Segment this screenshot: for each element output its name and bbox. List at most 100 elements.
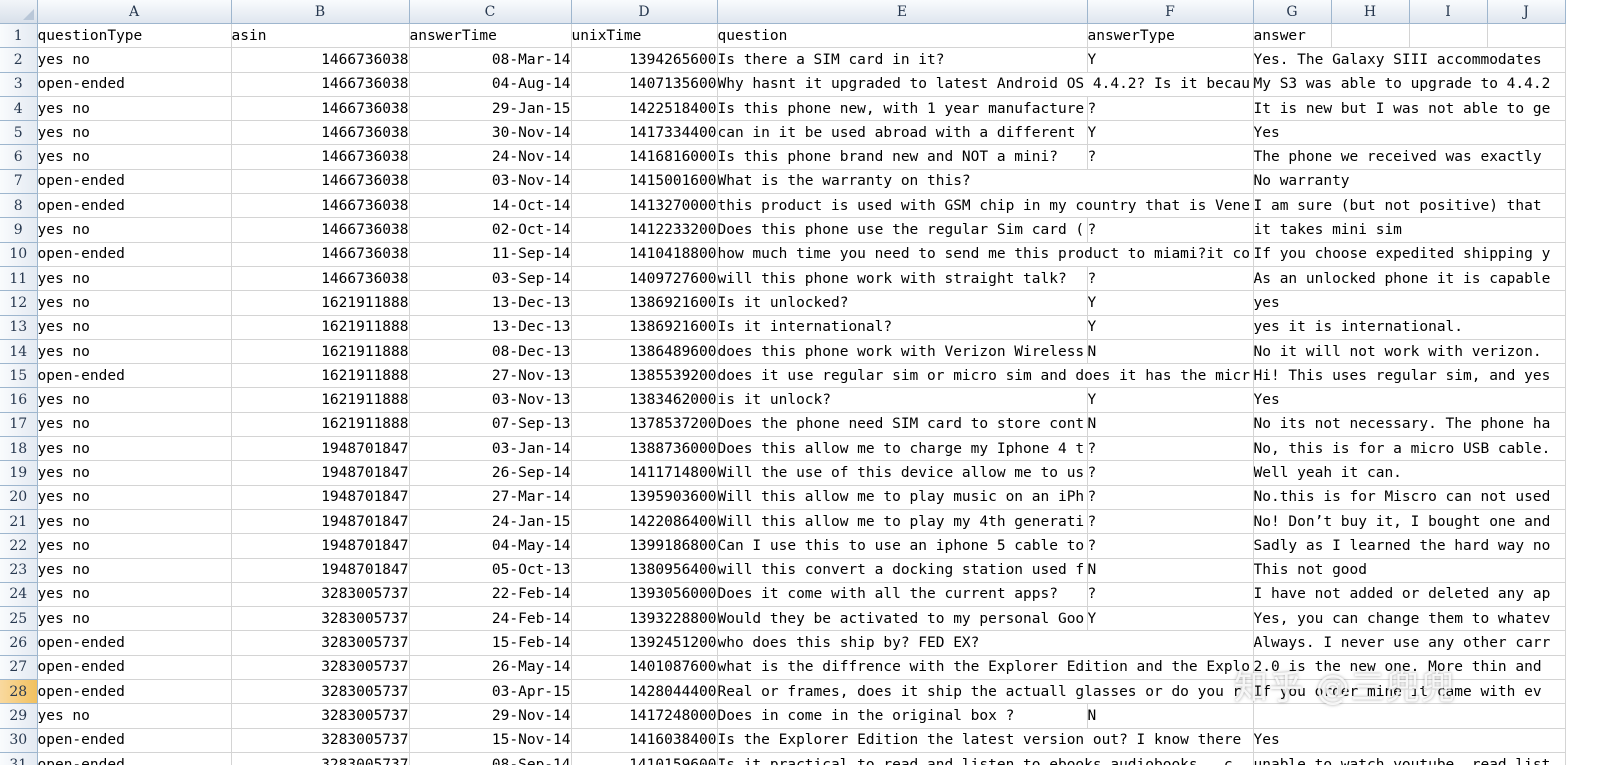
cell-answer[interactable]: it takes mini sim [1253, 217, 1566, 243]
cell-answer-time[interactable]: 13-Dec-13 [409, 290, 572, 316]
cell-question[interactable]: how much time you need to send me this p… [717, 242, 1254, 267]
cell-answer[interactable]: The phone we received was exactly [1253, 144, 1566, 170]
row-header[interactable]: 11 [0, 266, 38, 292]
cell-question-type[interactable]: yes no [37, 266, 232, 292]
cell-question[interactable]: can in it be used abroad with a differen… [717, 120, 1088, 146]
cell-answer[interactable]: No warranty [1253, 169, 1566, 195]
cell-question-type[interactable]: open-ended [37, 728, 232, 753]
cell-question[interactable]: will this phone work with straight talk? [717, 266, 1088, 292]
cell-unix-time[interactable]: 1416038400 [571, 728, 718, 753]
cell-asin[interactable]: 1466736038 [231, 193, 410, 219]
cell-answer-type[interactable]: ? [1087, 582, 1254, 608]
cell-unix-time[interactable]: 1411714800 [571, 460, 718, 486]
cell-asin[interactable]: 1948701847 [231, 436, 410, 462]
cell-question[interactable]: Does this phone use the regular Sim card… [717, 217, 1088, 243]
row-header[interactable]: 9 [0, 217, 38, 243]
cell-answer-type[interactable]: Y [1087, 606, 1254, 632]
row-header[interactable]: 26 [0, 630, 38, 656]
cell-answer[interactable]: Sadly as I learned the hard way no [1253, 533, 1566, 559]
column-header-h[interactable]: H [1331, 0, 1410, 24]
cell-asin[interactable]: 3283005737 [231, 606, 410, 632]
cell-answer-type[interactable]: Y [1087, 120, 1254, 146]
cell-answer-time[interactable]: 08-Dec-13 [409, 339, 572, 365]
cell-question-type[interactable]: yes no [37, 509, 232, 535]
cell-question-type[interactable]: open-ended [37, 72, 232, 97]
cell-asin[interactable]: 3283005737 [231, 728, 410, 753]
cell-unix-time[interactable]: 1401087600 [571, 655, 718, 681]
cell-question[interactable]: Will this allow me to play my 4th genera… [717, 509, 1088, 535]
cell-asin[interactable]: 1466736038 [231, 96, 410, 122]
row-header[interactable]: 6 [0, 144, 38, 170]
cell-asin[interactable]: 1466736038 [231, 72, 410, 97]
header-cell[interactable] [1331, 23, 1410, 49]
row-header[interactable]: 7 [0, 169, 38, 195]
cell-unix-time[interactable]: 1393228800 [571, 606, 718, 632]
cell-answer[interactable]: 2.0 is the new one. More thin and [1253, 655, 1566, 681]
column-header-a[interactable]: A [37, 0, 232, 24]
cell-question-type[interactable]: open-ended [37, 655, 232, 681]
cell-question[interactable]: Is it practical to read and listen to eb… [717, 752, 1254, 765]
cell-asin[interactable]: 1948701847 [231, 485, 410, 510]
cell-question-type[interactable]: open-ended [37, 193, 232, 219]
column-header-c[interactable]: C [409, 0, 572, 24]
cell-question-type[interactable]: yes no [37, 144, 232, 170]
cell-answer-time[interactable]: 03-Sep-14 [409, 266, 572, 292]
cell-answer-type[interactable]: Y [1087, 290, 1254, 316]
cell-unix-time[interactable]: 1380956400 [571, 558, 718, 583]
cell-answer[interactable]: If you order mine it came with ev [1253, 679, 1566, 705]
cell-answer[interactable]: No! Don’t buy it, I bought one and [1253, 509, 1566, 535]
row-header[interactable]: 12 [0, 290, 38, 316]
cell-unix-time[interactable]: 1378537200 [571, 412, 718, 438]
column-header-f[interactable]: F [1087, 0, 1254, 24]
cell-asin[interactable]: 1621911888 [231, 412, 410, 438]
column-header-j[interactable]: J [1487, 0, 1566, 24]
cell-asin[interactable]: 1621911888 [231, 339, 410, 365]
row-header[interactable]: 20 [0, 485, 38, 510]
row-header[interactable]: 1 [0, 23, 38, 49]
cell-answer-time[interactable]: 15-Feb-14 [409, 630, 572, 656]
cell-unix-time[interactable]: 1383462000 [571, 387, 718, 413]
cell-answer-time[interactable]: 08-Sep-14 [409, 752, 572, 765]
cell-unix-time[interactable]: 1422518400 [571, 96, 718, 122]
cell-question-type[interactable]: yes no [37, 485, 232, 510]
cell-question[interactable]: does it use regular sim or micro sim and… [717, 363, 1254, 389]
cell-unix-time[interactable]: 1407135600 [571, 72, 718, 97]
cell-asin[interactable]: 1948701847 [231, 460, 410, 486]
row-header[interactable]: 22 [0, 533, 38, 559]
cell-asin[interactable]: 3283005737 [231, 679, 410, 705]
cell-question-type[interactable]: open-ended [37, 752, 232, 765]
header-cell[interactable]: answer [1253, 23, 1332, 49]
cell-question-type[interactable]: open-ended [37, 679, 232, 705]
cell-unix-time[interactable]: 1395903600 [571, 485, 718, 510]
spreadsheet[interactable]: ABCDEFGHIJ 1 questionType asin answerTime un… [0, 0, 1612, 765]
cell-asin[interactable]: 1466736038 [231, 144, 410, 170]
cell-asin[interactable]: 3283005737 [231, 582, 410, 608]
row-header[interactable]: 31 [0, 752, 38, 765]
cell-question-type[interactable]: yes no [37, 436, 232, 462]
cell-answer-type[interactable]: Y [1087, 387, 1254, 413]
cell-answer-time[interactable]: 03-Apr-15 [409, 679, 572, 705]
row-header[interactable]: 16 [0, 387, 38, 413]
column-header-d[interactable]: D [571, 0, 718, 24]
row-header[interactable]: 21 [0, 509, 38, 535]
cell-question[interactable]: Does it come with all the current apps? [717, 582, 1088, 608]
cell-asin[interactable]: 3283005737 [231, 655, 410, 681]
cell-question-type[interactable]: yes no [37, 582, 232, 608]
cell-answer-time[interactable]: 29-Jan-15 [409, 96, 572, 122]
cell-question[interactable]: Would they be activated to my personal G… [717, 606, 1088, 632]
cell-answer[interactable]: It is new but I was not able to ge [1253, 96, 1566, 122]
cell-question-type[interactable]: open-ended [37, 630, 232, 656]
cell-question[interactable]: who does this ship by? FED EX? [717, 630, 1254, 656]
cell-asin[interactable]: 1948701847 [231, 533, 410, 559]
cell-answer[interactable]: yes [1253, 290, 1566, 316]
cell-answer-time[interactable]: 30-Nov-14 [409, 120, 572, 146]
row-header[interactable]: 23 [0, 558, 38, 583]
row-header[interactable]: 2 [0, 47, 38, 73]
row-header[interactable]: 14 [0, 339, 38, 365]
cell-unix-time[interactable]: 1386489600 [571, 339, 718, 365]
cell-question-type[interactable]: yes no [37, 120, 232, 146]
cell-question-type[interactable]: yes no [37, 339, 232, 365]
row-header[interactable]: 28 [0, 679, 38, 705]
cell-answer-time[interactable]: 07-Sep-13 [409, 412, 572, 438]
cell-answer[interactable]: This not good [1253, 558, 1566, 583]
